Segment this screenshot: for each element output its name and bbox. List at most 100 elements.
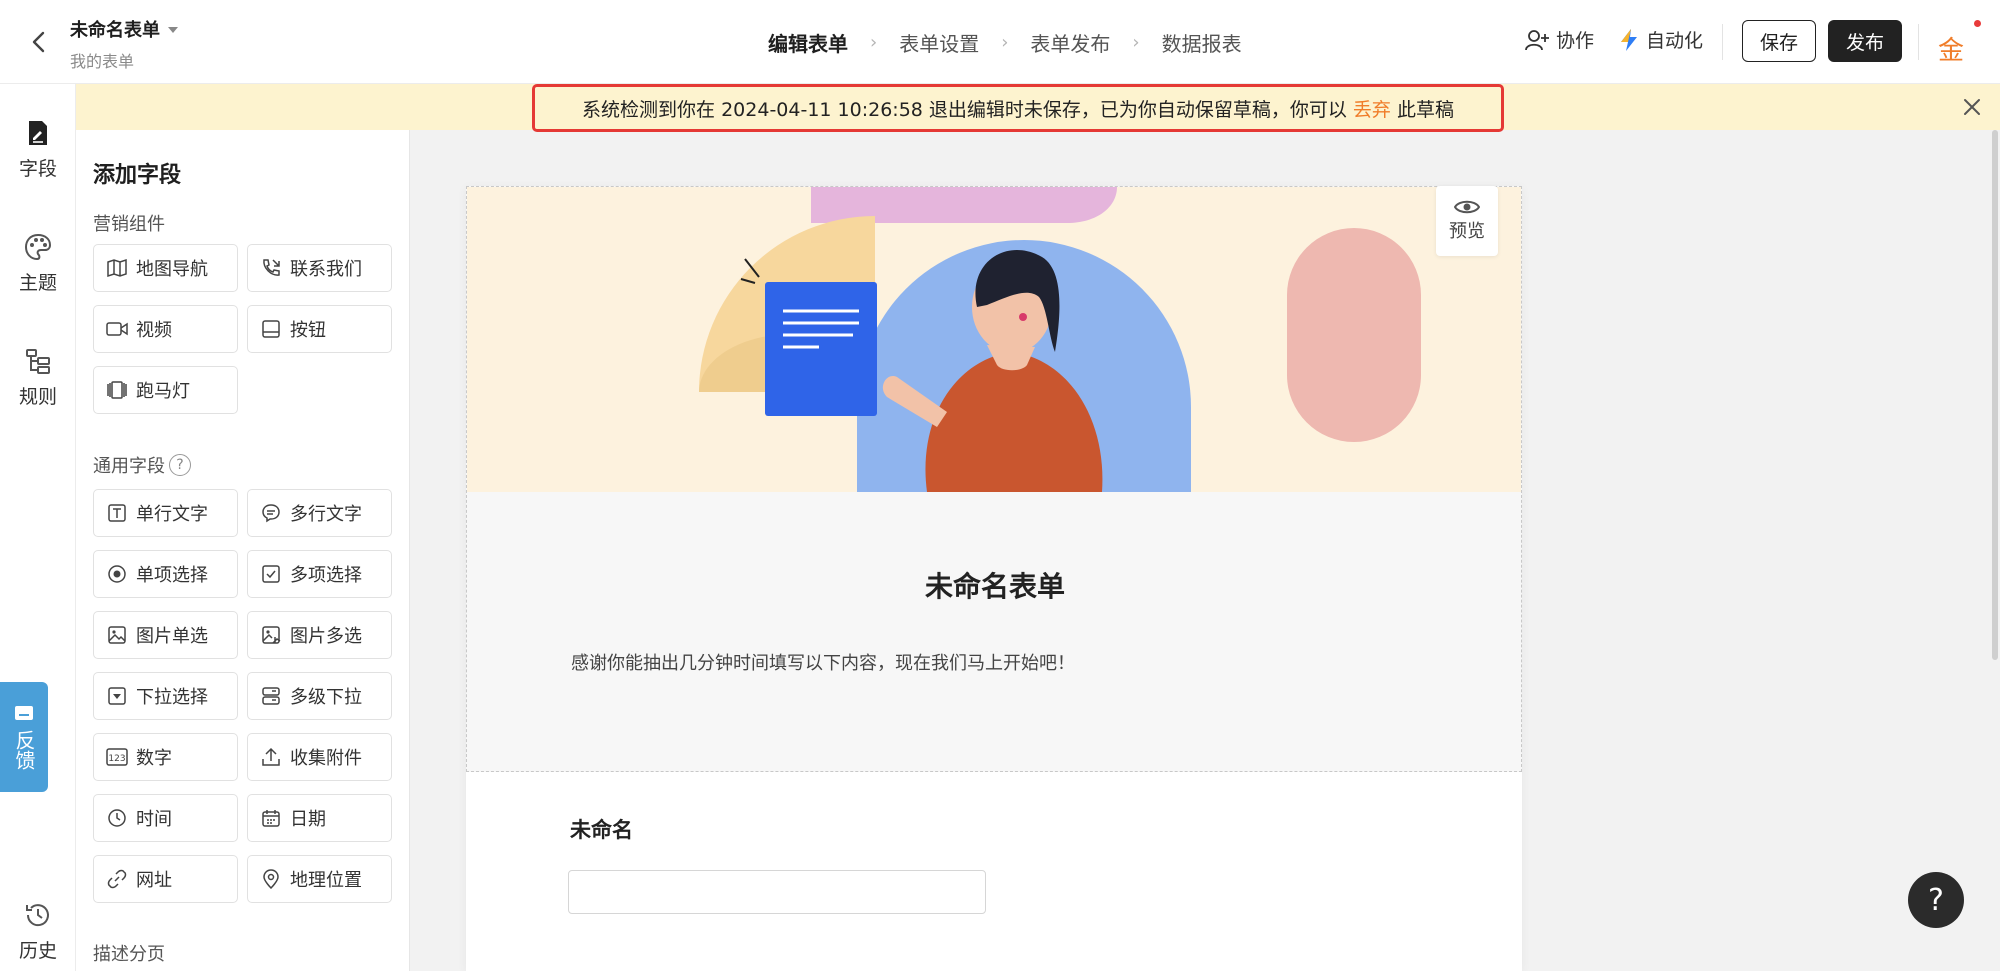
field-marquee[interactable]: 跑马灯 bbox=[93, 366, 238, 414]
eye-icon bbox=[1454, 200, 1480, 214]
question-text-input[interactable] bbox=[568, 870, 986, 914]
field-label: 单行文字 bbox=[136, 504, 208, 525]
location-icon bbox=[260, 868, 282, 890]
field-label: 数字 bbox=[136, 748, 172, 769]
field-label: 视频 bbox=[136, 320, 172, 341]
back-button[interactable] bbox=[22, 26, 54, 58]
field-url[interactable]: 网址 bbox=[93, 855, 238, 903]
section-title-general: 通用字段 ? bbox=[93, 452, 191, 478]
breadcrumb-my-forms[interactable]: 我的表单 bbox=[70, 48, 134, 72]
panel-title: 添加字段 bbox=[93, 163, 182, 188]
chevron-right-icon: › bbox=[870, 31, 878, 53]
help-circle-icon[interactable]: ? bbox=[169, 454, 191, 476]
field-label: 联系我们 bbox=[290, 259, 362, 280]
field-number[interactable]: 123 数字 bbox=[93, 733, 238, 781]
tab-form-publish[interactable]: 表单发布 bbox=[1028, 28, 1112, 57]
field-label: 日期 bbox=[290, 809, 326, 830]
field-date[interactable]: 日期 bbox=[247, 794, 392, 842]
dropdown-icon bbox=[106, 685, 128, 707]
close-notice-button[interactable] bbox=[1960, 95, 1984, 119]
field-multiple-choice[interactable]: 多项选择 bbox=[247, 550, 392, 598]
marquee-icon bbox=[106, 379, 128, 401]
text-icon bbox=[106, 502, 128, 524]
number-icon: 123 bbox=[106, 746, 128, 768]
section-title-text: 通用字段 bbox=[93, 456, 165, 477]
question-label[interactable]: 未命名 bbox=[570, 814, 633, 844]
field-label: 单项选择 bbox=[136, 565, 208, 586]
top-bar: 未命名表单 我的表单 编辑表单 › 表单设置 › 表单发布 › 数据报表 协作 … bbox=[0, 0, 2000, 84]
tab-edit-form[interactable]: 编辑表单 bbox=[766, 28, 850, 57]
field-single-choice[interactable]: 单项选择 bbox=[93, 550, 238, 598]
add-field-panel: 添加字段 营销组件 地图导航 联系我们 视频 按钮 跑马灯 通用字段 ? 单行文… bbox=[76, 130, 410, 971]
rail-item-theme[interactable]: 主题 bbox=[0, 232, 76, 295]
section-title-marketing: 营销组件 bbox=[93, 214, 165, 235]
field-video[interactable]: 视频 bbox=[93, 305, 238, 353]
field-cascade-dropdown[interactable]: 多级下拉 bbox=[247, 672, 392, 720]
field-location[interactable]: 地理位置 bbox=[247, 855, 392, 903]
field-button[interactable]: 按钮 bbox=[247, 305, 392, 353]
form-card: 未命名表单 感谢你能抽出几分钟时间填写以下内容，现在我们马上开始吧！ 未命名 bbox=[466, 186, 1522, 971]
rail-item-rules[interactable]: 规则 bbox=[0, 346, 76, 409]
discard-draft-link[interactable]: 丢弃 bbox=[1353, 95, 1391, 122]
field-label: 地理位置 bbox=[290, 870, 362, 891]
rail-label: 主题 bbox=[18, 272, 57, 294]
notice-text: 系统检测到你在 2024-04-11 10:26:58 退出编辑时未保存，已为你… bbox=[582, 98, 1347, 121]
field-image-single[interactable]: 图片单选 bbox=[93, 611, 238, 659]
form-name-dropdown[interactable]: 未命名表单 bbox=[70, 16, 178, 42]
field-label: 多行文字 bbox=[290, 504, 362, 525]
chevron-left-icon bbox=[32, 31, 45, 53]
field-label: 跑马灯 bbox=[136, 381, 190, 402]
publish-button[interactable]: 发布 bbox=[1828, 20, 1902, 62]
feedback-label: 反馈 bbox=[12, 730, 36, 770]
form-banner-image bbox=[467, 187, 1521, 492]
rail-item-history[interactable]: 历史 bbox=[0, 900, 76, 963]
collaborate-button[interactable]: 协作 bbox=[1524, 26, 1594, 53]
field-single-line-text[interactable]: 单行文字 bbox=[93, 489, 238, 537]
form-title[interactable]: 未命名表单 bbox=[467, 565, 1523, 605]
field-dropdown[interactable]: 下拉选择 bbox=[93, 672, 238, 720]
field-contact-us[interactable]: 联系我们 bbox=[247, 244, 392, 292]
scrollbar[interactable] bbox=[1992, 130, 1998, 660]
field-label: 图片多选 bbox=[290, 626, 362, 647]
image-icon bbox=[106, 624, 128, 646]
message-icon bbox=[15, 706, 33, 720]
field-time[interactable]: 时间 bbox=[93, 794, 238, 842]
notice-text-end: 此草稿 bbox=[1396, 98, 1454, 121]
notification-dot bbox=[1974, 20, 1981, 27]
tab-form-settings[interactable]: 表单设置 bbox=[897, 28, 981, 57]
add-user-icon bbox=[1525, 29, 1549, 50]
rail-item-fields[interactable]: 字段 bbox=[0, 118, 76, 181]
field-image-multiple[interactable]: 图片多选 bbox=[247, 611, 392, 659]
upload-icon bbox=[260, 746, 282, 768]
field-map-navigation[interactable]: 地图导航 bbox=[93, 244, 238, 292]
automation-label: 自动化 bbox=[1646, 30, 1704, 52]
map-icon bbox=[106, 257, 128, 279]
tab-data-report[interactable]: 数据报表 bbox=[1160, 28, 1244, 57]
field-multi-line-text[interactable]: 多行文字 bbox=[247, 489, 392, 537]
form-name: 未命名表单 bbox=[70, 20, 160, 41]
rules-icon bbox=[23, 346, 53, 376]
divider bbox=[1918, 24, 1919, 60]
button-icon bbox=[260, 318, 282, 340]
save-button[interactable]: 保存 bbox=[1742, 20, 1816, 62]
field-label: 时间 bbox=[136, 809, 172, 830]
preview-button[interactable]: 预览 bbox=[1436, 186, 1498, 256]
feedback-button[interactable]: 反馈 bbox=[0, 682, 48, 792]
help-button[interactable]: ? bbox=[1908, 872, 1964, 928]
phone-icon bbox=[260, 257, 282, 279]
automation-button[interactable]: 自动化 bbox=[1618, 26, 1703, 53]
images-icon bbox=[260, 624, 282, 646]
field-label: 按钮 bbox=[290, 320, 326, 341]
video-icon bbox=[106, 318, 128, 340]
form-header-zone[interactable]: 未命名表单 感谢你能抽出几分钟时间填写以下内容，现在我们马上开始吧！ bbox=[466, 186, 1522, 772]
form-description[interactable]: 感谢你能抽出几分钟时间填写以下内容，现在我们马上开始吧！ bbox=[571, 649, 1075, 675]
field-upload[interactable]: 收集附件 bbox=[247, 733, 392, 781]
radio-icon bbox=[106, 563, 128, 585]
section-title-description: 描述分页 bbox=[93, 944, 165, 965]
coin-icon[interactable]: 金 bbox=[1938, 30, 1964, 67]
field-label: 地图导航 bbox=[136, 259, 208, 280]
draft-notice: 系统检测到你在 2024-04-11 10:26:58 退出编辑时未保存，已为你… bbox=[532, 84, 1504, 132]
field-label: 图片单选 bbox=[136, 626, 208, 647]
preview-label: 预览 bbox=[1449, 221, 1485, 242]
cascade-icon bbox=[260, 685, 282, 707]
